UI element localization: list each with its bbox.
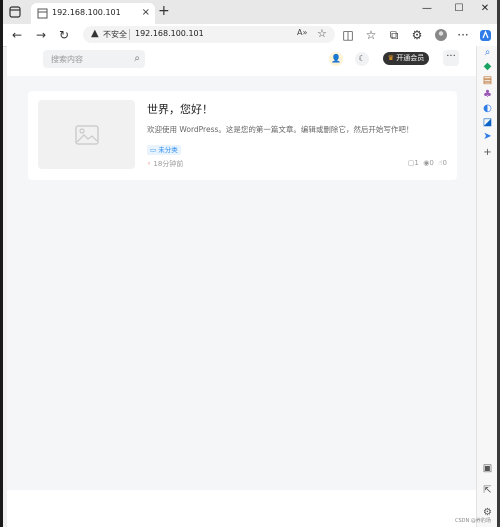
open-external-icon[interactable]: ⇱ [481, 484, 494, 497]
favorites-icon[interactable]: ☆ [363, 27, 379, 43]
browser-sidebar: ⌕ ◆ ▤ ♣ ◐ ◪ ➤ + ▣ ⇱ ⚙ [476, 46, 497, 527]
post-stats: ▢1 ◉0 ☝0 [408, 159, 447, 167]
dark-mode-icon[interactable]: ☾ [355, 52, 369, 66]
read-aloud-icon[interactable]: A» [297, 28, 307, 37]
extensions-icon[interactable]: ⚙ [409, 27, 425, 43]
split-screen-icon[interactable]: ◫ [340, 27, 356, 43]
tab-active[interactable]: 192.168.100.101 × [31, 3, 155, 24]
maximize-button[interactable]: ☐ [449, 3, 469, 14]
web-page: 搜索内容 ⌕ 👤 ☾ ♛ 开通会员 ··· 世界，您好！ 欢迎使用 WordPr… [7, 46, 476, 490]
sidebar-hide-icon[interactable]: ▣ [481, 462, 494, 475]
games-icon[interactable]: ♣ [481, 88, 494, 101]
tools-icon[interactable]: ▤ [481, 74, 494, 87]
comment-count: 1 [414, 159, 419, 167]
tab-title: 192.168.100.101 [52, 8, 121, 17]
folder-icon: ▭ [150, 146, 157, 154]
navigation-bar: ← → ↻ ▲ 不安全 192.168.100.101 A» ☆ ◫ ☆ ⧉ ⚙… [3, 24, 497, 47]
favorite-star-icon[interactable]: ☆ [317, 27, 327, 40]
search-input[interactable]: 搜索内容 ⌕ [43, 50, 145, 68]
shopping-tag-icon[interactable]: ◆ [481, 60, 494, 73]
add-sidebar-app-icon[interactable]: + [481, 146, 494, 159]
image-placeholder-icon [74, 124, 99, 145]
site-header: 搜索内容 ⌕ 👤 ☾ ♛ 开通会员 ··· [7, 46, 476, 76]
warning-icon[interactable]: ▲ [91, 28, 99, 39]
address-divider [129, 29, 130, 40]
settings-more-icon[interactable]: ··· [455, 27, 471, 43]
post-time-label: 18分钟前 [153, 160, 184, 168]
post-title[interactable]: 世界，您好！ [147, 101, 213, 117]
search-icon[interactable]: ⌕ [481, 46, 494, 59]
category-tag[interactable]: ▭ 未分类 [147, 145, 181, 155]
vip-button[interactable]: ♛ 开通会员 [383, 52, 429, 65]
browser-window: 192.168.100.101 × + — ☐ ✕ ← → ↻ ▲ 不安全 19… [3, 0, 497, 527]
post-time: ◦ 18分钟前 [147, 159, 183, 169]
close-window-button[interactable]: ✕ [475, 3, 495, 14]
tab-actions-icon[interactable] [8, 5, 22, 19]
drop-icon[interactable]: ➤ [481, 130, 494, 143]
tab-bar: 192.168.100.101 × + — ☐ ✕ [3, 0, 497, 24]
post-excerpt: 欢迎使用 WordPress。这是您的第一篇文章。编辑或删除它，然后开始写作吧！ [147, 125, 414, 134]
views-count: 0 [429, 159, 434, 167]
forward-icon[interactable]: → [33, 27, 49, 43]
address-bar[interactable]: ▲ 不安全 192.168.100.101 A» ☆ [83, 26, 335, 43]
crown-icon: ♛ [387, 54, 395, 62]
search-icon[interactable]: ⌕ [134, 53, 140, 64]
vip-button-label: 开通会员 [396, 54, 425, 62]
microsoft365-icon[interactable]: ◐ [481, 102, 494, 115]
post-thumbnail[interactable] [38, 100, 135, 169]
page-favicon-icon [37, 8, 48, 19]
clock-icon: ◦ [147, 160, 152, 168]
avatar[interactable]: 👤 [329, 52, 343, 66]
page-footer [7, 490, 476, 527]
collections-icon[interactable]: ⧉ [386, 27, 402, 43]
outlook-icon[interactable]: ◪ [481, 116, 494, 129]
new-tab-button[interactable]: + [158, 3, 170, 19]
back-icon[interactable]: ← [9, 27, 25, 43]
profile-avatar[interactable] [433, 27, 449, 43]
more-menu-button[interactable]: ··· [443, 50, 459, 66]
search-placeholder: 搜索内容 [51, 55, 83, 64]
watermark: CSDN @养豹场 [455, 518, 491, 524]
category-label: 未分类 [158, 146, 178, 154]
post-card[interactable]: 世界，您好！ 欢迎使用 WordPress。这是您的第一篇文章。编辑或删除它，然… [28, 91, 457, 180]
copilot-icon[interactable] [477, 27, 493, 43]
minimize-button[interactable]: — [417, 3, 437, 14]
refresh-icon[interactable]: ↻ [56, 27, 72, 43]
tab-close-icon[interactable]: × [142, 7, 150, 18]
like-count: 0 [442, 159, 447, 167]
url-text[interactable]: 192.168.100.101 [135, 29, 204, 38]
insecure-label[interactable]: 不安全 [103, 29, 127, 40]
